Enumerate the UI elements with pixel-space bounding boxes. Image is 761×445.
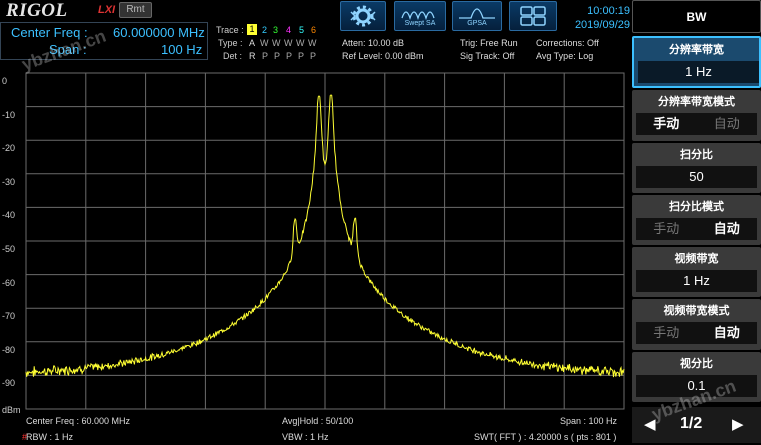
footer-vbw: VBW : 1 Hz [282,432,329,442]
span-ratio-mode-auto[interactable]: 自动 [697,218,758,240]
res-bw-mode-manual[interactable]: 手动 [636,113,697,135]
det-6: P [310,51,317,61]
gpsa-label: GPSA [467,20,487,27]
trace-6[interactable]: 6 [311,25,316,35]
softkey-span-ratio[interactable]: 扫分比 50 [632,143,761,193]
spectrum-plot[interactable] [0,62,630,413]
y-tick-label: -80 [2,344,16,355]
y-tick-label: -30 [2,176,16,187]
span-ratio-mode-title: 扫分比模式 [669,201,724,213]
det-4: P [286,51,293,61]
layout-button[interactable] [509,1,557,31]
vbw-mode-auto[interactable]: 自动 [697,322,758,344]
span-ratio-mode-toggle[interactable]: 手动 自动 [636,218,757,240]
time-text: 10:00:19 [587,5,630,17]
trace-3[interactable]: 3 [273,25,278,35]
softkey-span-ratio-mode[interactable]: 扫分比模式 手动 自动 [632,195,761,245]
trace-label: Trace : [216,25,244,35]
span-ratio-mode-manual[interactable]: 手动 [636,218,697,240]
spectrum-peak-icon [459,8,495,19]
y-tick-label: 0 [2,76,8,86]
y-tick-label: -40 [2,210,16,221]
center-freq-value[interactable]: 60.000000 MHz [113,25,205,40]
measurement-status: Atten: 10.00 dB Ref Level: 0.00 dBm Trig… [334,34,624,62]
type-label: Type : [218,38,243,48]
remote-indicator: Rmt [119,2,152,18]
type-3: W [272,38,281,48]
vbw-mode-manual[interactable]: 手动 [636,322,697,344]
trace-info: Trace : 1 2 3 4 5 6 Type : A W W W W W D… [210,22,330,61]
softkey-res-bw[interactable]: 分辨率带宽 1 Hz [632,36,761,88]
sig-track-text: Sig Track: Off [460,51,515,61]
det-3: P [274,51,281,61]
y-tick-label: -50 [2,244,16,254]
softkey-vbw[interactable]: 视频带宽 1 Hz [632,247,761,297]
type-4: W [284,38,293,48]
softkey-vbw-mode[interactable]: 视频带宽模式 手动 自动 [632,299,761,350]
trace-2[interactable]: 2 [262,25,267,35]
swept-sa-label: Swept SA [404,20,436,27]
window-grid-icon [520,6,546,26]
res-bw-mode-title: 分辨率带宽模式 [658,96,735,108]
swept-wave-icon [401,11,435,20]
page-indicator: 1/2 [680,415,703,432]
span-ratio-value[interactable]: 50 [636,166,757,188]
type-1: A [249,38,256,48]
gear-icon [350,5,376,27]
y-tick-label: -70 [2,311,16,322]
trace-5[interactable]: 5 [299,25,304,35]
det-label: Det : [223,51,243,61]
trig-text: Trig: Free Run [460,38,518,48]
footer-swt: SWT( FFT ) : 4.20000 s ( pts : 801 ) [474,432,617,442]
atten-text: Atten: 10.00 dB [342,38,405,48]
avg-type-text: Avg Type: Log [536,51,594,61]
date-text: 2019/09/29 [574,19,630,31]
rbw-hash-icon: # [22,432,28,442]
next-page-icon[interactable]: ▶ [732,415,744,433]
y-tick-label: -60 [2,277,16,288]
type-5: W [296,38,305,48]
settings-button[interactable] [340,1,386,31]
span-value[interactable]: 100 Hz [161,42,202,57]
vbw-ratio-title: 视分比 [680,358,713,370]
softkey-res-bw-mode[interactable]: 分辨率带宽模式 手动 自动 [632,90,761,141]
gpsa-button[interactable]: GPSA [452,1,502,31]
y-tick-label: -10 [2,109,16,120]
footer-status: Center Freq : 60.000 MHz RBW : 1 Hz # Av… [0,413,630,445]
vbw-mode-title: 视频带宽模式 [663,305,730,317]
trace-4[interactable]: 4 [286,25,291,35]
lxi-badge: LXI [98,4,116,16]
vbw-value[interactable]: 1 Hz [636,270,757,292]
res-bw-mode-auto[interactable]: 自动 [697,113,758,135]
softkey-panel: BW 分辨率带宽 1 Hz 分辨率带宽模式 手动 自动 扫分比 50 扫分比模式… [630,0,761,445]
vbw-title: 视频带宽 [674,253,719,265]
footer-avg-hold: Avg|Hold : 50/100 [282,416,354,426]
res-bw-value[interactable]: 1 Hz [638,61,759,83]
menu-title: BW [686,10,707,24]
footer-rbw: RBW : 1 Hz [26,432,74,442]
det-5: P [298,51,305,61]
vbw-mode-toggle[interactable]: 手动 自动 [636,322,757,344]
det-1: R [249,51,256,61]
corrections-text: Corrections: Off [536,38,599,48]
footer-span: Span : 100 Hz [560,416,618,426]
menu-title-key[interactable]: BW [632,0,761,33]
res-bw-mode-toggle[interactable]: 手动 自动 [636,113,757,135]
det-2: P [262,51,269,61]
res-bw-title: 分辨率带宽 [669,44,724,56]
swept-sa-button[interactable]: Swept SA [394,1,446,31]
type-6: W [308,38,317,48]
y-tick-label: -20 [2,143,16,154]
ref-level-text: Ref Level: 0.00 dBm [342,51,424,61]
trace-1[interactable]: 1 [247,24,257,35]
y-tick-label: -90 [2,378,16,389]
footer-center-freq: Center Freq : 60.000 MHz [26,416,131,426]
type-2: W [260,38,269,48]
span-ratio-title: 扫分比 [680,149,713,161]
clock: 10:00:19 2019/09/29 [555,4,630,32]
